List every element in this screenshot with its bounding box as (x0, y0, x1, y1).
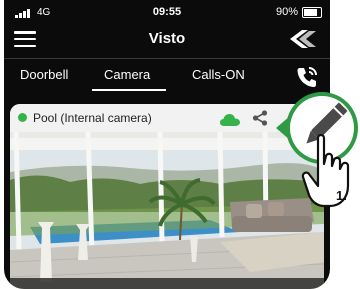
share-icon[interactable] (252, 110, 268, 126)
battery-percent: 90% (275, 6, 298, 18)
battery-fill (304, 8, 317, 16)
app-title: Visto (148, 30, 186, 47)
status-right: 90% (276, 6, 322, 18)
battery-icon (302, 6, 322, 18)
step-label: 1. (336, 188, 347, 203)
status-bar: 4G 09:55 90% (4, 0, 330, 22)
tab-doorbell[interactable]: Doorbell (20, 67, 68, 82)
cloud-icon[interactable] (220, 114, 240, 126)
hand-pointer-icon (301, 133, 350, 208)
app-header: Visto (4, 22, 330, 56)
active-tab-indicator (92, 89, 166, 91)
tab-calls-on[interactable]: Calls-ON (192, 67, 245, 82)
online-status-dot (18, 113, 27, 122)
call-phone-icon[interactable] (294, 64, 320, 90)
visto-logo-icon (290, 30, 316, 48)
tab-camera[interactable]: Camera (104, 67, 150, 82)
camera-name: Pool (Internal camera) (33, 111, 152, 125)
